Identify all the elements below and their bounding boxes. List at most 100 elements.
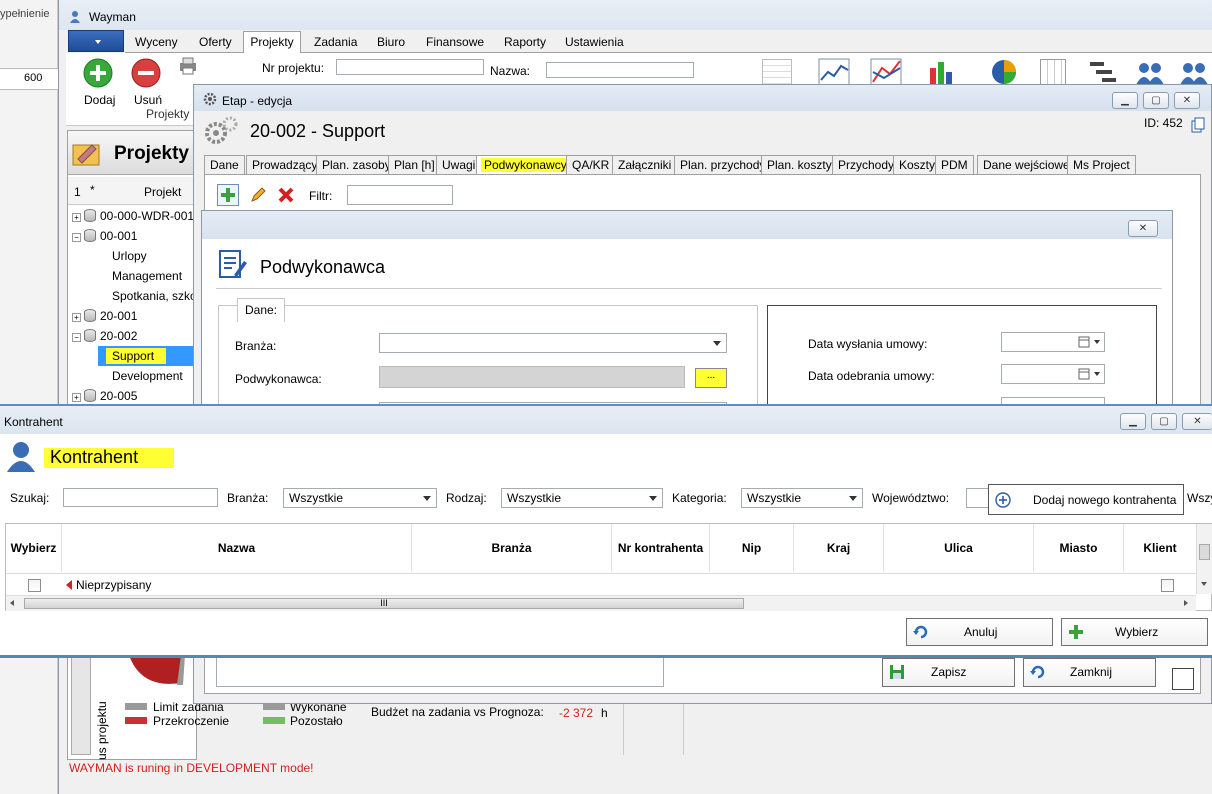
tab-koszty[interactable]: Koszty bbox=[893, 155, 942, 174]
pie-chart-icon[interactable] bbox=[990, 58, 1018, 86]
calendar-icon[interactable] bbox=[1078, 368, 1090, 380]
tab-zadania[interactable]: Zadania bbox=[314, 35, 357, 49]
status-side-tab[interactable] bbox=[71, 655, 91, 755]
scroll-thumb[interactable]: III bbox=[24, 598, 744, 609]
tree-item[interactable]: Spotkania, szkol bbox=[112, 286, 199, 306]
users-icon[interactable] bbox=[1134, 61, 1166, 85]
tree-header-col3[interactable]: Projekt bbox=[144, 185, 181, 199]
tab-finansowe[interactable]: Finansowe bbox=[426, 35, 484, 49]
tab-raporty[interactable]: Raporty bbox=[504, 35, 546, 49]
branza-filter-select[interactable]: Wszystkie bbox=[283, 488, 437, 508]
scroll-down-icon[interactable] bbox=[1201, 582, 1207, 586]
branza-select[interactable] bbox=[379, 333, 727, 353]
expand-icon[interactable]: + bbox=[72, 393, 81, 402]
tab-dane-wejsciowe[interactable]: Dane wejściowe bbox=[977, 155, 1076, 174]
bar-chart-icon[interactable] bbox=[928, 58, 956, 86]
name-input[interactable] bbox=[546, 62, 694, 78]
users-group-icon[interactable] bbox=[1178, 61, 1210, 85]
col-klient[interactable]: Klient bbox=[1124, 524, 1196, 572]
minimize-button[interactable]: ▁ bbox=[1112, 92, 1138, 109]
horizontal-scrollbar[interactable]: III bbox=[6, 595, 1196, 611]
tab-ms-project[interactable]: Ms Project bbox=[1067, 155, 1136, 174]
col-wybierz[interactable]: Wybierz bbox=[6, 524, 62, 572]
col-miasto[interactable]: Miasto bbox=[1034, 524, 1124, 572]
tab-plan-h[interactable]: Plan [h] bbox=[388, 155, 441, 174]
calendar-icon[interactable] bbox=[1078, 336, 1090, 348]
tab-qa-kr[interactable]: QA/KR bbox=[566, 155, 616, 174]
tab-zalaczniki[interactable]: Załączniki bbox=[612, 155, 678, 174]
tree-item[interactable]: Management bbox=[112, 266, 182, 286]
tree-item[interactable]: +20-005 bbox=[72, 386, 137, 406]
tab-plan-zasoby[interactable]: Plan. zasoby bbox=[316, 155, 397, 174]
tree-item[interactable]: Urlopy bbox=[112, 246, 147, 266]
tab-plan-przychody[interactable]: Plan. przychody bbox=[674, 155, 772, 174]
close-button[interactable]: ✕ bbox=[1182, 413, 1212, 430]
tab-uwagi[interactable]: Uwagi bbox=[436, 155, 482, 174]
filter-input[interactable] bbox=[347, 185, 453, 205]
expand-icon[interactable]: + bbox=[72, 213, 81, 222]
collapse-icon[interactable]: − bbox=[72, 333, 81, 342]
col-nip[interactable]: Nip bbox=[710, 524, 794, 572]
row-klient-checkbox[interactable] bbox=[1161, 579, 1174, 592]
choose-button[interactable]: Wybierz bbox=[1061, 618, 1208, 646]
scroll-right-icon[interactable] bbox=[1184, 600, 1188, 606]
add-contractor-button[interactable]: Dodaj nowego kontrahenta bbox=[988, 484, 1184, 515]
tab-oferty[interactable]: Oferty bbox=[199, 35, 232, 49]
tab-dane[interactable]: Dane bbox=[204, 155, 245, 174]
tree-item[interactable]: −00-001 bbox=[72, 226, 137, 246]
line-chart-icon[interactable] bbox=[818, 58, 850, 86]
tab-wyceny[interactable]: Wyceny bbox=[135, 35, 178, 49]
add-button[interactable]: Dodaj bbox=[82, 57, 116, 109]
col-nazwa[interactable]: Nazwa bbox=[62, 524, 412, 572]
gantt-icon[interactable] bbox=[1088, 59, 1118, 85]
tree-item-selected[interactable]: Support bbox=[98, 346, 198, 366]
close-button[interactable]: ✕ bbox=[1128, 220, 1158, 237]
save-button[interactable]: Zapisz bbox=[882, 658, 1015, 687]
tab-prowadzacy[interactable]: Prowadzący bbox=[246, 155, 324, 174]
browse-button[interactable]: ... bbox=[695, 368, 727, 388]
table-view-icon[interactable] bbox=[762, 59, 792, 85]
tab-projekty[interactable]: Projekty bbox=[243, 31, 301, 54]
notes-textarea[interactable] bbox=[216, 655, 664, 687]
printer-icon[interactable] bbox=[178, 56, 198, 76]
tab-plan-koszty[interactable]: Plan. koszty bbox=[761, 155, 838, 174]
tab-biuro[interactable]: Biuro bbox=[377, 35, 405, 49]
maximize-button[interactable]: ▢ bbox=[1143, 92, 1169, 109]
app-menu-button[interactable] bbox=[68, 30, 124, 52]
tree-item[interactable]: +00-000-WDR-001 bbox=[72, 206, 194, 226]
row-select-checkbox[interactable] bbox=[28, 579, 41, 592]
tab-ustawienia[interactable]: Ustawienia bbox=[565, 35, 624, 49]
copy-icon[interactable] bbox=[1191, 117, 1205, 133]
project-number-input[interactable] bbox=[336, 59, 484, 75]
right-edge-field[interactable] bbox=[1172, 668, 1194, 690]
delete-icon[interactable] bbox=[277, 186, 295, 204]
add-row-button[interactable] bbox=[217, 184, 239, 206]
col-ulica[interactable]: Ulica bbox=[884, 524, 1034, 572]
remove-button[interactable]: Usuń bbox=[130, 57, 164, 109]
tab-podwykonawcy[interactable]: Podwykonawcy bbox=[476, 155, 575, 174]
collapse-icon[interactable]: − bbox=[72, 233, 81, 242]
tree-item[interactable]: −20-002 bbox=[72, 326, 137, 346]
cancel-button[interactable]: Anuluj bbox=[906, 618, 1053, 646]
scroll-left-icon[interactable] bbox=[10, 600, 14, 606]
tab-przychody[interactable]: Przychody bbox=[832, 155, 901, 174]
pencil-icon[interactable] bbox=[249, 186, 267, 204]
sheet-icon[interactable] bbox=[1040, 59, 1066, 85]
minimize-button[interactable]: ▁ bbox=[1120, 413, 1146, 430]
rodzaj-filter-select[interactable]: Wszystkie bbox=[501, 488, 663, 508]
scroll-thumb[interactable] bbox=[1199, 544, 1210, 560]
col-kraj[interactable]: Kraj bbox=[794, 524, 884, 572]
close-button[interactable]: ✕ bbox=[1174, 92, 1200, 109]
tree-item[interactable]: +20-001 bbox=[72, 306, 137, 326]
scatter-chart-icon[interactable] bbox=[870, 58, 902, 86]
close-dialog-button[interactable]: Zamknij bbox=[1023, 658, 1156, 687]
date-received-picker[interactable] bbox=[1001, 364, 1105, 384]
date-sent-picker[interactable] bbox=[1001, 332, 1105, 352]
expand-arrow-icon[interactable] bbox=[66, 580, 72, 590]
search-input[interactable] bbox=[63, 488, 218, 507]
table-row[interactable]: Nieprzypisany bbox=[6, 575, 1196, 595]
vertical-scrollbar[interactable] bbox=[1196, 524, 1212, 594]
tab-pdm[interactable]: PDM bbox=[935, 155, 974, 174]
col-nr-kontrahenta[interactable]: Nr kontrahenta bbox=[612, 524, 710, 572]
kategoria-filter-select[interactable]: Wszystkie bbox=[741, 488, 863, 508]
